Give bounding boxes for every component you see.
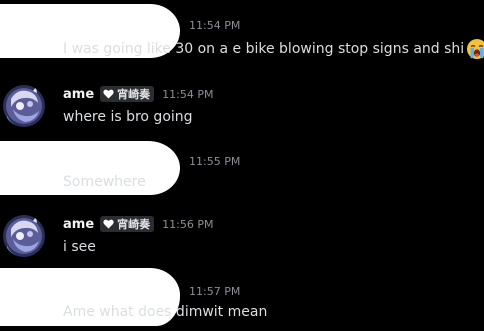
author-name[interactable]: ame <box>63 87 94 102</box>
message-timestamp: 11:54 PM <box>189 19 241 32</box>
message-timestamp: 11:57 PM <box>189 285 241 298</box>
server-tag-label: 宵崎奏 <box>117 88 151 101</box>
message-timestamp: 11:54 PM <box>162 87 214 101</box>
message-text: i see <box>63 239 96 255</box>
heart-icon <box>103 219 114 229</box>
message: ame 宵崎奏 11:54 PM where is bro going <box>0 71 484 136</box>
message-header: ame 宵崎奏 11:56 PM <box>63 215 213 233</box>
message: 11:57 PM Ame what does dimwit mean <box>0 266 484 331</box>
message-timestamp: 11:55 PM <box>189 155 241 168</box>
loudly-crying-face-icon <box>466 38 484 60</box>
message-text: Somewhere <box>63 174 146 190</box>
avatar[interactable] <box>3 85 45 127</box>
message-timestamp: 11:56 PM <box>162 217 214 231</box>
message-body: i see <box>63 239 96 255</box>
message-header: ame 宵崎奏 11:54 PM <box>63 85 213 103</box>
server-tag-label: 宵崎奏 <box>117 218 151 231</box>
message-text: Ame what does dimwit mean <box>63 304 267 320</box>
server-tag[interactable]: 宵崎奏 <box>100 86 155 102</box>
message-text: I was going like 30 on a e bike blowing … <box>63 38 484 60</box>
message-body: Ame what does dimwit mean <box>63 304 268 320</box>
message-body: where is bro going <box>63 109 193 125</box>
message-body: I was going like 30 on a e bike blowing … <box>63 41 465 57</box>
message-text: where is bro going <box>63 109 193 125</box>
message: 11:55 PM Somewhere <box>0 136 484 201</box>
message: 11:54 PM I was going like 30 on a e bike… <box>0 0 484 65</box>
author-name[interactable]: ame <box>63 217 94 232</box>
server-tag[interactable]: 宵崎奏 <box>100 216 155 232</box>
avatar[interactable] <box>3 215 45 257</box>
message-body: Somewhere <box>63 174 146 190</box>
heart-icon <box>103 89 114 99</box>
message: ame 宵崎奏 11:56 PM i see <box>0 201 484 266</box>
